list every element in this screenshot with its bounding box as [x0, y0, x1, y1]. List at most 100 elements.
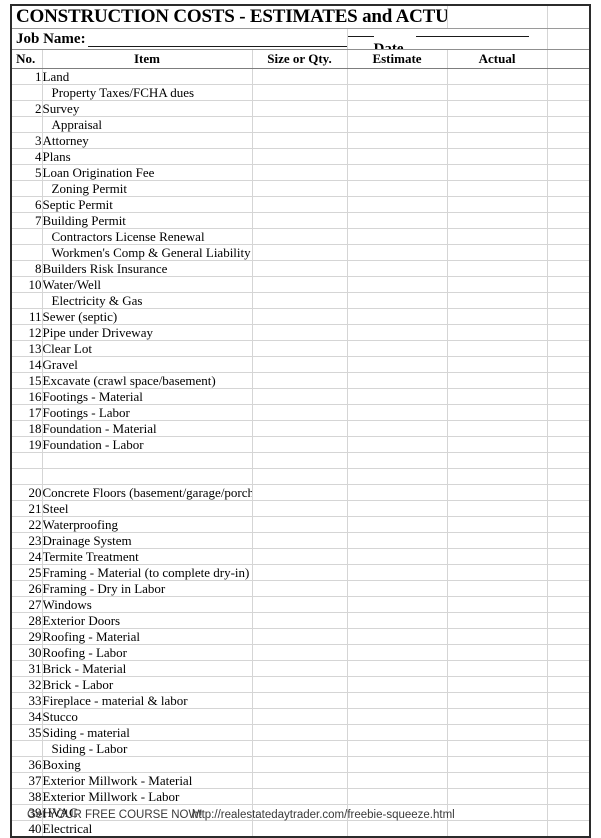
cell-item-name[interactable] — [42, 452, 253, 469]
cell-size-qty[interactable] — [252, 148, 348, 165]
cell-actual[interactable] — [447, 228, 548, 245]
cell-estimate[interactable] — [347, 484, 448, 501]
cell-actual[interactable] — [447, 708, 548, 725]
cell-item-name[interactable]: Workmen's Comp & General Liability — [42, 244, 253, 261]
cell-estimate[interactable] — [347, 340, 448, 357]
cell-actual[interactable] — [447, 468, 548, 485]
cell-item-name[interactable]: Siding - material — [42, 724, 253, 741]
cell-item-name[interactable]: Zoning Permit — [42, 180, 253, 197]
cell-size-qty[interactable] — [252, 244, 348, 261]
cell-size-qty[interactable] — [252, 308, 348, 325]
cell-item-name[interactable]: Exterior Millwork - Material — [42, 772, 253, 789]
cell-size-qty[interactable] — [252, 228, 348, 245]
cell-estimate[interactable] — [347, 68, 448, 85]
cell-item-name[interactable]: Roofing - Labor — [42, 644, 253, 661]
cell-size-qty[interactable] — [252, 292, 348, 309]
cell-item-name[interactable]: Footings - Labor — [42, 404, 253, 421]
cell-actual[interactable] — [447, 692, 548, 709]
cell-item-name[interactable]: Windows — [42, 596, 253, 613]
cell-actual[interactable] — [447, 372, 548, 389]
cell-estimate[interactable] — [347, 100, 448, 117]
cell-actual[interactable] — [447, 500, 548, 517]
cell-actual[interactable] — [447, 244, 548, 261]
cell-actual[interactable] — [447, 68, 548, 85]
cell-size-qty[interactable] — [252, 580, 348, 597]
cell-estimate[interactable] — [347, 276, 448, 293]
cell-estimate[interactable] — [347, 532, 448, 549]
cell-estimate[interactable] — [347, 548, 448, 565]
cell-estimate[interactable] — [347, 580, 448, 597]
cell-estimate[interactable] — [347, 692, 448, 709]
cell-item-name[interactable]: Builders Risk Insurance — [42, 260, 253, 277]
cell-item-name[interactable]: Gravel — [42, 356, 253, 373]
cell-size-qty[interactable] — [252, 692, 348, 709]
cell-size-qty[interactable] — [252, 628, 348, 645]
cell-size-qty[interactable] — [252, 724, 348, 741]
cell-size-qty[interactable] — [252, 516, 348, 533]
cell-estimate[interactable] — [347, 628, 448, 645]
cell-item-name[interactable]: Steel — [42, 500, 253, 517]
cell-estimate[interactable] — [347, 564, 448, 581]
cell-item-name[interactable] — [42, 468, 253, 485]
cell-size-qty[interactable] — [252, 468, 348, 485]
cell-size-qty[interactable] — [252, 532, 348, 549]
cell-actual[interactable] — [447, 388, 548, 405]
cell-estimate[interactable] — [347, 516, 448, 533]
cell-item-name[interactable]: Waterproofing — [42, 516, 253, 533]
cell-actual[interactable] — [447, 484, 548, 501]
cell-item-name[interactable]: Clear Lot — [42, 340, 253, 357]
cell-estimate[interactable] — [347, 164, 448, 181]
cell-item-name[interactable]: Septic Permit — [42, 196, 253, 213]
cell-item-name[interactable]: Excavate (crawl space/basement) — [42, 372, 253, 389]
cell-actual[interactable] — [447, 612, 548, 629]
cell-estimate[interactable] — [347, 612, 448, 629]
cell-estimate[interactable] — [347, 500, 448, 517]
cell-estimate[interactable] — [347, 180, 448, 197]
cell-size-qty[interactable] — [252, 644, 348, 661]
cell-estimate[interactable] — [347, 212, 448, 229]
cell-item-name[interactable]: Framing - Material (to complete dry-in) — [42, 564, 253, 581]
footer-url[interactable]: http://realestatedaytrader.com/freebie-s… — [192, 806, 455, 824]
cell-actual[interactable] — [447, 116, 548, 133]
cell-actual[interactable] — [447, 404, 548, 421]
cell-size-qty[interactable] — [252, 276, 348, 293]
cell-size-qty[interactable] — [252, 708, 348, 725]
cell-size-qty[interactable] — [252, 372, 348, 389]
cell-size-qty[interactable] — [252, 340, 348, 357]
cell-actual[interactable] — [447, 100, 548, 117]
cell-item-name[interactable]: Siding - Labor — [42, 740, 253, 757]
cell-item-name[interactable]: Drainage System — [42, 532, 253, 549]
cell-actual[interactable] — [447, 308, 548, 325]
cell-size-qty[interactable] — [252, 660, 348, 677]
cell-actual[interactable] — [447, 740, 548, 757]
cell-size-qty[interactable] — [252, 356, 348, 373]
cell-item-name[interactable]: Fireplace - material & labor — [42, 692, 253, 709]
cell-actual[interactable] — [447, 212, 548, 229]
cell-actual[interactable] — [447, 660, 548, 677]
cell-actual[interactable] — [447, 420, 548, 437]
cell-estimate[interactable] — [347, 596, 448, 613]
cell-item-name[interactable]: Attorney — [42, 132, 253, 149]
cell-actual[interactable] — [447, 276, 548, 293]
cell-actual[interactable] — [447, 644, 548, 661]
date-cell[interactable]: Date — [347, 28, 548, 50]
cell-estimate[interactable] — [347, 740, 448, 757]
cell-estimate[interactable] — [347, 308, 448, 325]
cell-item-name[interactable]: Electricity & Gas — [42, 292, 253, 309]
cell-item-name[interactable]: Plans — [42, 148, 253, 165]
cell-estimate[interactable] — [347, 772, 448, 789]
cell-estimate[interactable] — [347, 372, 448, 389]
cell-size-qty[interactable] — [252, 388, 348, 405]
cell-actual[interactable] — [447, 724, 548, 741]
cell-estimate[interactable] — [347, 756, 448, 773]
cell-size-qty[interactable] — [252, 612, 348, 629]
cell-size-qty[interactable] — [252, 564, 348, 581]
cell-actual[interactable] — [447, 628, 548, 645]
cell-estimate[interactable] — [347, 356, 448, 373]
cell-actual[interactable] — [447, 292, 548, 309]
cell-actual[interactable] — [447, 532, 548, 549]
cell-item-name[interactable]: Water/Well — [42, 276, 253, 293]
cell-size-qty[interactable] — [252, 772, 348, 789]
cell-actual[interactable] — [447, 452, 548, 469]
cell-size-qty[interactable] — [252, 436, 348, 453]
